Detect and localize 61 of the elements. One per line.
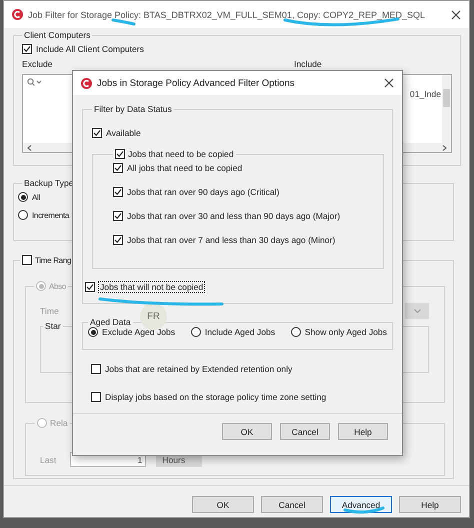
dialog-button[interactable]: Cancel xyxy=(280,423,330,440)
radio-label: Abso xyxy=(49,282,66,290)
radio-label: Show only Aged Jobs xyxy=(304,327,387,337)
checkbox-label: Time Rang xyxy=(35,256,72,264)
group-title: Aged Data xyxy=(90,317,131,327)
checkbox[interactable] xyxy=(91,364,101,374)
dialog-title: Jobs in Storage Policy Advanced Filter Options xyxy=(97,78,296,88)
checkbox[interactable] xyxy=(92,128,102,138)
exclude-label: Exclude xyxy=(22,59,54,69)
checkbox[interactable] xyxy=(85,282,95,292)
group-title: Star xyxy=(45,321,61,331)
checkbox-label: Jobs that need to be copied xyxy=(128,149,234,159)
radio-button[interactable] xyxy=(18,210,28,220)
checkbox[interactable] xyxy=(113,235,123,245)
checkbox[interactable] xyxy=(113,211,123,221)
group-title: Filter by Data Status xyxy=(94,104,172,114)
close-icon[interactable] xyxy=(451,10,461,20)
checkbox[interactable] xyxy=(113,187,123,197)
window-title: Job Filter for Storage Policy: BTAS_DBTRX02_VM_FULL_SEM01, Copy: COPY2_REP_MED_SQL xyxy=(28,10,426,20)
time-label: Time xyxy=(40,306,59,316)
app-logo-icon xyxy=(81,78,92,88)
radio-button[interactable] xyxy=(18,192,28,202)
app-logo-icon xyxy=(12,9,23,20)
last-label: Last xyxy=(40,454,56,464)
list-item[interactable]: 01_Inde xyxy=(410,89,441,99)
checkbox-label: All jobs that need to be copied xyxy=(127,163,242,173)
caret-icon xyxy=(414,308,420,314)
dialog-button[interactable]: OK xyxy=(222,423,272,440)
checkbox-label: Available xyxy=(106,128,141,138)
radio-button[interactable] xyxy=(290,327,301,337)
dialog-button[interactable]: Help xyxy=(399,496,461,513)
radio-button[interactable] xyxy=(88,327,98,337)
dialog-button[interactable]: OK xyxy=(192,496,254,513)
dialog-button[interactable]: Cancel xyxy=(261,496,323,513)
group-title: Client Computers xyxy=(24,30,90,40)
checkbox[interactable] xyxy=(115,149,125,159)
checkbox-label: Jobs that ran over 90 days ago (Critical) xyxy=(127,187,280,197)
checkbox-label: Jobs that will not be copied xyxy=(99,282,204,292)
radio-button[interactable] xyxy=(190,327,201,337)
highlight-stroke xyxy=(344,506,384,514)
close-icon[interactable] xyxy=(384,78,394,88)
checkbox[interactable] xyxy=(113,163,123,173)
highlight-stroke xyxy=(112,18,136,26)
radio-label: All xyxy=(32,192,40,202)
checkbox-label: Jobs that are retained by Extended retention only xyxy=(105,364,292,374)
scrollbar-thumb[interactable] xyxy=(443,89,450,107)
radio-label: Rela xyxy=(50,418,68,428)
checkbox-label: Jobs that ran over 30 and less than 90 days ago (Major) xyxy=(127,211,340,221)
checkbox-label: Display jobs based on the storage policy time zone setting xyxy=(105,392,326,402)
include-label: Include xyxy=(294,59,323,69)
checkbox-label: Jobs that ran over 7 and less than 30 days ago (Minor) xyxy=(127,235,336,245)
radio-label: Exclude Aged Jobs xyxy=(102,327,176,337)
radio-label: Incrementa xyxy=(32,210,70,220)
checkbox-label: Include All Client Computers xyxy=(36,44,144,54)
checkbox[interactable] xyxy=(22,44,32,54)
checkbox[interactable] xyxy=(22,255,32,265)
search-icon[interactable] xyxy=(27,78,41,86)
radio-label: Include Aged Jobs xyxy=(204,327,276,337)
checkbox[interactable] xyxy=(91,392,101,402)
dialog-button[interactable]: Advanced xyxy=(330,496,392,513)
dialog-button[interactable]: Help xyxy=(338,423,388,440)
